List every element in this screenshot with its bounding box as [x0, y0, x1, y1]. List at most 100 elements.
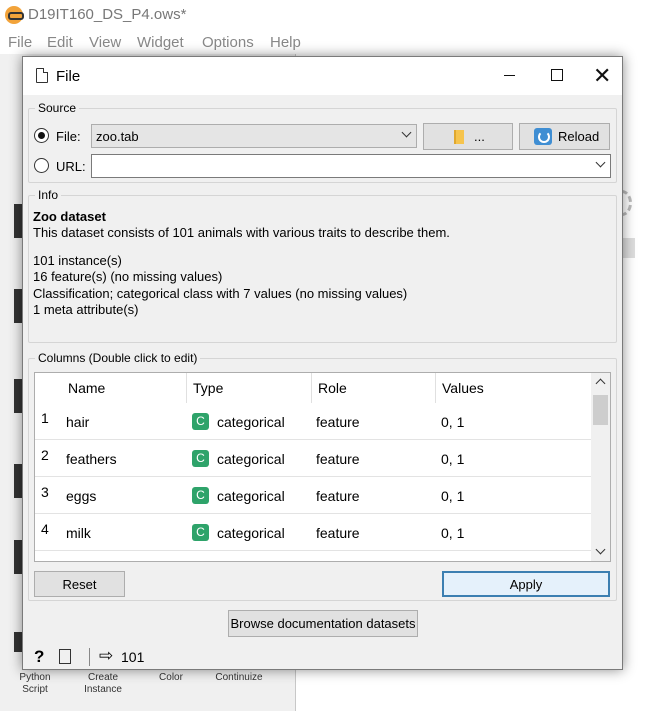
output-icon: ⇨ — [99, 646, 114, 665]
browse-file-button[interactable]: ... — [423, 123, 513, 150]
table-row[interactable]: 5 C — [35, 551, 591, 562]
file-radio[interactable] — [34, 128, 49, 143]
reset-button[interactable]: Reset — [34, 571, 125, 597]
info-legend: Info — [38, 188, 59, 202]
maximize-icon — [551, 69, 563, 81]
column-role[interactable]: feature — [316, 451, 360, 467]
apply-button[interactable]: Apply — [442, 571, 610, 597]
row-number: 4 — [41, 521, 49, 537]
header-divider — [435, 373, 436, 403]
widget-python-script[interactable]: Python Script — [10, 672, 60, 696]
status-divider — [89, 648, 90, 666]
column-type[interactable]: categorical — [217, 414, 285, 430]
column-name[interactable]: hair — [66, 414, 89, 430]
menu-view[interactable]: View — [89, 34, 121, 51]
chevron-down-icon — [401, 127, 412, 138]
background-widget-fragment — [623, 238, 635, 258]
table-row[interactable]: 3 eggs C categorical feature 0, 1 — [35, 477, 591, 514]
column-values[interactable]: 0, 1 — [441, 525, 464, 541]
categorical-badge-icon: C — [192, 561, 209, 562]
main-window-titlebar: D19IT160_DS_P4.ows* — [0, 0, 663, 30]
dialog-title: File — [56, 68, 81, 85]
table-row[interactable]: 4 milk C categorical feature 0, 1 — [35, 514, 591, 551]
chevron-down-icon — [595, 157, 606, 168]
instances-count: 101 instance(s) — [33, 253, 122, 268]
url-label: URL: — [56, 159, 86, 174]
column-name[interactable]: eggs — [66, 488, 96, 504]
widget-icon-fragment — [14, 379, 22, 413]
maximize-button[interactable] — [534, 57, 580, 95]
widget-icon-fragment — [14, 540, 22, 574]
column-values[interactable]: 0, 1 — [441, 414, 464, 430]
table-row[interactable]: 1 hair C categorical feature 0, 1 — [35, 403, 591, 440]
widget-color[interactable]: Color — [150, 672, 192, 684]
minimize-button[interactable] — [488, 57, 534, 95]
scroll-up-arrow-icon[interactable] — [595, 378, 606, 389]
column-type[interactable]: categorical — [217, 525, 285, 541]
reload-button[interactable]: Reload — [519, 123, 610, 150]
close-icon: ✕ — [593, 63, 612, 88]
widget-create-instance[interactable]: Create Instance — [78, 672, 128, 696]
dialog-titlebar: File ✕ — [23, 57, 622, 95]
categorical-badge-icon: C — [192, 524, 209, 541]
column-name[interactable]: feathers — [66, 451, 117, 467]
close-button[interactable]: ✕ — [580, 57, 626, 95]
categorical-badge-icon: C — [192, 450, 209, 467]
minimize-icon — [504, 75, 515, 76]
browse-documentation-datasets-button[interactable]: Browse documentation datasets — [228, 610, 418, 637]
url-radio[interactable] — [34, 158, 49, 173]
dataset-name: Zoo dataset — [33, 209, 106, 224]
categorical-badge-icon: C — [192, 413, 209, 430]
scroll-down-arrow-icon[interactable] — [595, 544, 606, 555]
source-legend: Source — [38, 101, 77, 115]
menu-widget[interactable]: Widget — [137, 34, 184, 51]
report-icon[interactable] — [59, 649, 71, 664]
columns-table: Name Type Role Values 1 hair C categoric… — [34, 372, 611, 562]
file-combobox[interactable]: zoo.tab — [91, 124, 417, 148]
column-role[interactable]: feature — [316, 414, 360, 430]
status-bar: ? ⇨ 101 — [23, 645, 622, 669]
column-role[interactable]: feature — [316, 525, 360, 541]
header-type[interactable]: Type — [193, 380, 223, 396]
file-dialog: File ✕ Source File: zoo.tab ... Reload U… — [22, 56, 623, 670]
table-vertical-scrollbar[interactable] — [591, 373, 610, 561]
table-row[interactable]: 2 feathers C categorical feature 0, 1 — [35, 440, 591, 477]
row-number: 1 — [41, 410, 49, 426]
row-number: 3 — [41, 484, 49, 500]
file-combobox-value: zoo.tab — [96, 129, 139, 144]
help-icon[interactable]: ? — [34, 647, 44, 667]
main-window-title: D19IT160_DS_P4.ows* — [28, 6, 187, 23]
output-count: 101 — [121, 649, 145, 665]
widget-icon-fragment — [14, 632, 22, 652]
header-name[interactable]: Name — [68, 380, 105, 396]
widget-icon-fragment — [14, 204, 22, 238]
column-role[interactable]: feature — [316, 488, 360, 504]
header-role[interactable]: Role — [318, 380, 347, 396]
menu-file[interactable]: File — [8, 34, 32, 51]
column-type[interactable]: categorical — [217, 488, 285, 504]
file-document-icon — [36, 68, 48, 83]
row-number: 2 — [41, 447, 49, 463]
scroll-thumb[interactable] — [593, 395, 608, 425]
menu-edit[interactable]: Edit — [47, 34, 73, 51]
column-name[interactable]: milk — [66, 525, 91, 541]
url-combobox[interactable] — [91, 154, 611, 178]
column-type[interactable]: categorical — [217, 451, 285, 467]
folder-icon — [454, 130, 464, 144]
categorical-badge-icon: C — [192, 487, 209, 504]
file-label: File: — [56, 129, 81, 144]
header-values[interactable]: Values — [442, 380, 484, 396]
features-count: 16 feature(s) (no missing values) — [33, 269, 223, 284]
menu-help[interactable]: Help — [270, 34, 301, 51]
widget-icon-fragment — [14, 464, 22, 498]
column-values[interactable]: 0, 1 — [441, 451, 464, 467]
header-divider — [311, 373, 312, 403]
column-values[interactable]: 0, 1 — [441, 488, 464, 504]
widget-continuize[interactable]: Continuize — [210, 672, 268, 684]
classification-info: Classification; categorical class with 7… — [33, 286, 408, 301]
menu-options[interactable]: Options — [202, 34, 254, 51]
widget-icon-fragment — [14, 289, 22, 323]
reload-label: Reload — [558, 129, 600, 144]
browse-file-label: ... — [474, 129, 485, 144]
columns-legend: Columns (Double click to edit) — [38, 351, 198, 365]
